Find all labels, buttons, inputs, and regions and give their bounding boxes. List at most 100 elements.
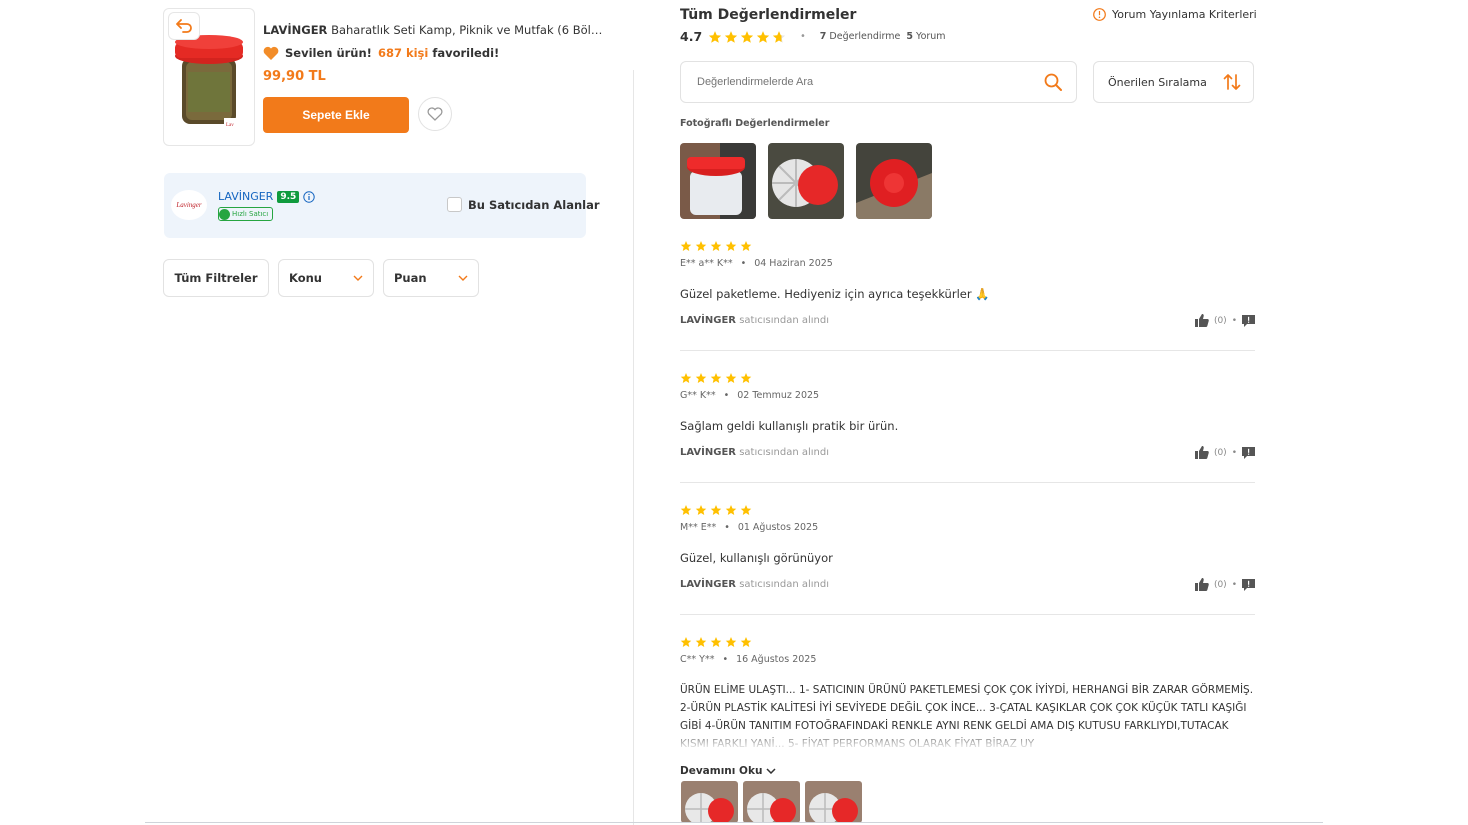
review-meta: M** E** • 01 Ağustos 2025 (680, 522, 1255, 533)
topic-filter-dropdown[interactable]: Konu (278, 259, 374, 297)
score-filter-dropdown[interactable]: Puan (383, 259, 479, 297)
seller-filter-checkbox[interactable] (447, 197, 462, 212)
info-circle-icon (1093, 8, 1106, 21)
review-photo-thumb[interactable] (681, 781, 738, 823)
text-fade-overlay (680, 727, 1260, 751)
review-item: M** E** • 01 Ağustos 2025 Güzel, kullanışl… (680, 504, 1255, 594)
review-item: G** K** • 02 Temmuz 2025 Sağlam geldi kull… (680, 372, 1255, 462)
star-icon (725, 30, 738, 43)
product-brand: LAVİNGER (263, 23, 328, 37)
rating-count-label: Değerlendirme (829, 31, 901, 42)
review-search-box[interactable] (680, 61, 1077, 103)
star-icon (695, 241, 707, 251)
review-stars (680, 240, 1255, 252)
star-icon (725, 637, 737, 647)
all-filters-button[interactable]: Tüm Filtreler (163, 259, 269, 297)
review-photo[interactable] (768, 143, 844, 219)
star-icon (725, 241, 737, 251)
star-icon (725, 373, 737, 383)
star-icon (695, 505, 707, 515)
product-image[interactable]: Lav (174, 32, 244, 130)
seller-logo[interactable]: Lavinger (171, 190, 207, 220)
review-text: Güzel, kullanışlı görünüyor (680, 551, 833, 565)
review-criteria-link[interactable]: Yorum Yayınlama Kriterleri (1093, 8, 1257, 21)
read-more-label: Devamını Oku (680, 765, 763, 777)
review-seller-name[interactable]: LAVİNGER (680, 579, 736, 590)
chevron-down-icon (353, 275, 363, 281)
review-meta: E** a** K** • 04 Haziran 2025 (680, 258, 1255, 269)
thumbs-up-icon[interactable] (1194, 314, 1209, 327)
review-divider (680, 482, 1255, 483)
review-criteria-label: Yorum Yayınlama Kriterleri (1112, 8, 1257, 21)
topic-filter-label: Konu (289, 271, 322, 285)
photo-reviews-label: Fotoğraflı Değerlendirmeler (680, 118, 830, 129)
report-flag-icon[interactable] (1242, 578, 1255, 591)
review-photo[interactable] (680, 143, 756, 219)
review-count-label: Yorum (916, 31, 946, 42)
chevron-down-icon (766, 768, 776, 774)
star-icon (740, 241, 752, 251)
like-count: (0) (1213, 315, 1227, 326)
review-divider (680, 614, 1255, 615)
product-price: 99,90 TL (263, 69, 326, 84)
heart-icon (263, 46, 279, 60)
review-seller: LAVİNGER satıcısından alındı (680, 315, 829, 326)
star-icon (710, 637, 722, 647)
review-actions: (0) • (1194, 314, 1255, 327)
rating-count: 7 (819, 31, 827, 42)
review-seller: LAVİNGER satıcısından alındı (680, 447, 829, 458)
favorite-button[interactable] (418, 97, 452, 131)
review-stars (680, 636, 1255, 648)
star-icon (740, 373, 752, 383)
dot-separator: • (722, 654, 729, 665)
review-actions: (0) • (1194, 446, 1255, 459)
dot-separator: • (1231, 315, 1237, 326)
review-item: C** Y** • 16 Ağustos 2025 (680, 636, 1255, 676)
bottom-divider (145, 822, 1323, 823)
report-flag-icon[interactable] (1242, 446, 1255, 459)
rating-summary: 4.7 • 7 Değerlendirme 5 Yorum (680, 29, 946, 44)
heart-outline-icon (427, 107, 443, 121)
review-photo-thumb[interactable] (743, 781, 800, 823)
review-actions: (0) • (1194, 578, 1255, 591)
fast-seller-badge: Hızlı Satıcı (218, 207, 274, 221)
star-icon (680, 241, 692, 251)
dot-separator: • (724, 522, 730, 533)
seller-filter-label: Bu Satıcıdan Alanlar (468, 197, 600, 212)
fav-count: 687 kişi (377, 46, 429, 60)
review-seller-name[interactable]: LAVİNGER (680, 315, 736, 326)
seller-info[interactable]: LAVİNGER 9.5 (218, 190, 315, 203)
sort-dropdown[interactable]: Önerilen Sıralama (1093, 61, 1254, 103)
star-icon (740, 637, 752, 647)
info-icon[interactable] (303, 190, 315, 203)
review-seller-suffix: satıcısından alındı (739, 315, 829, 326)
review-seller-name[interactable]: LAVİNGER (680, 447, 736, 458)
chevron-down-icon (458, 275, 468, 281)
product-title[interactable]: LAVİNGER Baharatlık Seti Kamp, Piknik ve… (263, 23, 603, 37)
truck-icon (219, 208, 230, 220)
review-photo[interactable] (856, 143, 932, 219)
fav-suffix: favoriledi! (432, 46, 500, 60)
average-rating: 4.7 (680, 29, 703, 44)
seller-filter[interactable]: Bu Satıcıdan Alanlar (447, 197, 600, 212)
dot-separator: • (800, 31, 806, 42)
dot-separator: • (740, 258, 747, 269)
star-icon (741, 30, 754, 43)
review-seller-suffix: satıcısından alındı (739, 579, 829, 590)
back-button[interactable] (168, 12, 200, 40)
sort-arrows-icon (1223, 74, 1241, 90)
review-seller: LAVİNGER satıcısından alındı (680, 579, 829, 590)
add-to-cart-button[interactable]: Sepete Ekle (263, 97, 409, 133)
star-icon (709, 30, 722, 43)
seller-name[interactable]: LAVİNGER (218, 190, 273, 203)
search-icon[interactable] (1044, 73, 1062, 91)
review-photo-thumb[interactable] (805, 781, 862, 823)
thumbs-up-icon[interactable] (1194, 578, 1209, 591)
review-text: Güzel paketleme. Hediyeniz için ayrıca t… (680, 287, 990, 301)
read-more-button[interactable]: Devamını Oku (680, 765, 776, 777)
fast-seller-label: Hızlı Satıcı (232, 210, 269, 218)
star-half-icon (773, 30, 786, 43)
thumbs-up-icon[interactable] (1194, 446, 1209, 459)
review-search-input[interactable] (695, 75, 1044, 89)
report-flag-icon[interactable] (1242, 314, 1255, 327)
